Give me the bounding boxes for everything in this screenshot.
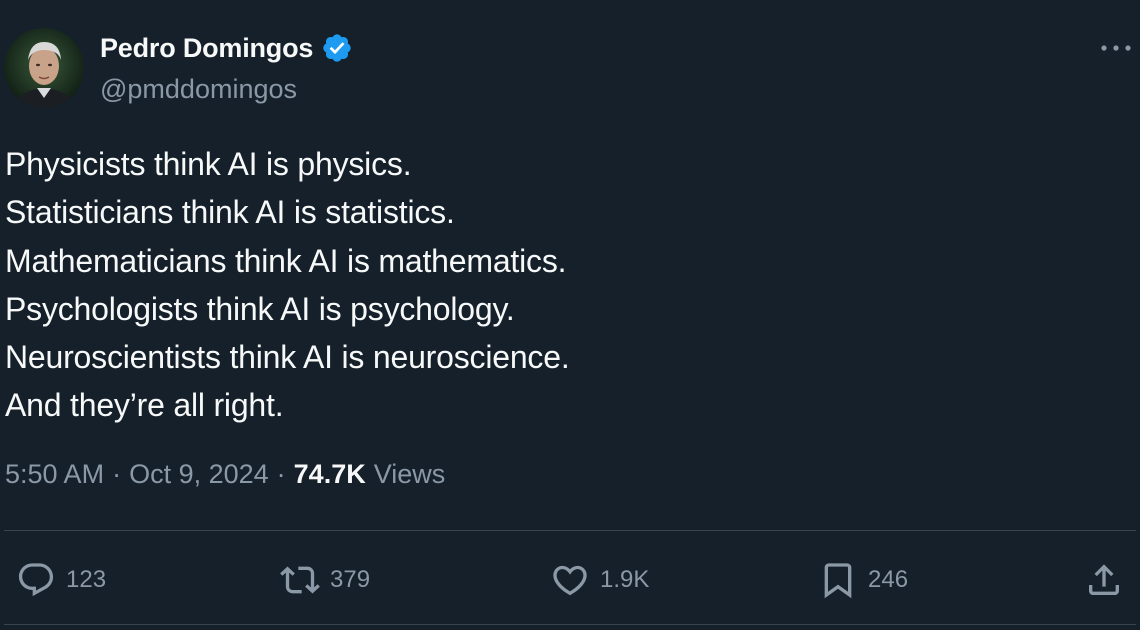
repost-count: 379: [330, 566, 371, 593]
heart-icon: [553, 565, 587, 596]
author-handle[interactable]: @pmddomingos: [100, 74, 297, 105]
reply-icon: [18, 563, 54, 597]
like-count: 1.9K: [600, 566, 650, 593]
like-button[interactable]: 1.9K: [550, 556, 649, 604]
tweet-text: Physicists think AI is physics. Statisti…: [5, 140, 570, 430]
author-display-name[interactable]: Pedro Domingos: [100, 33, 313, 64]
tweet-text-line: Mathematicians think AI is mathematics.: [5, 242, 567, 279]
tweet-text-line: Statisticians think AI is statistics.: [5, 194, 455, 231]
tweet-time[interactable]: 5:50 AM: [5, 459, 104, 490]
tweet-text-line: Psychologists think AI is psychology.: [5, 290, 515, 327]
divider: [4, 624, 1136, 625]
share-icon: [1089, 564, 1119, 595]
more-horizontal-icon: [1101, 45, 1131, 51]
avatar-image: [4, 28, 84, 108]
author-name-row: Pedro Domingos: [100, 32, 353, 64]
reply-button[interactable]: 123: [16, 556, 106, 604]
tweet-text-line: And they’re all right.: [5, 387, 284, 424]
verified-badge-icon[interactable]: [321, 32, 353, 64]
more-options-button[interactable]: [1096, 36, 1136, 60]
repost-button[interactable]: 379: [280, 556, 370, 604]
bookmark-icon: [824, 563, 852, 599]
meta-separator: ·: [276, 459, 286, 489]
divider: [4, 530, 1136, 531]
action-bar: 123 379 1.9K 246: [0, 556, 1140, 604]
tweet-card: Pedro Domingos @pmddomingos Physicists t…: [0, 0, 1140, 630]
views-count: 74.7K: [293, 459, 366, 489]
reply-count: 123: [66, 566, 107, 593]
share-button[interactable]: [1084, 556, 1124, 604]
bookmark-count: 246: [868, 566, 909, 593]
tweet-text-line: Physicists think AI is physics.: [5, 146, 412, 182]
bookmark-button[interactable]: 246: [818, 556, 908, 604]
meta-separator: ·: [112, 459, 122, 489]
repost-icon: [280, 566, 320, 594]
avatar[interactable]: [4, 28, 84, 108]
tweet-text-line: Neuroscientists think AI is neuroscience…: [5, 339, 570, 376]
tweet-metadata: 5:50 AM · Oct 9, 2024 · 74.7K Views: [5, 459, 445, 490]
tweet-date[interactable]: Oct 9, 2024: [129, 459, 269, 490]
views-label: Views: [373, 459, 446, 489]
